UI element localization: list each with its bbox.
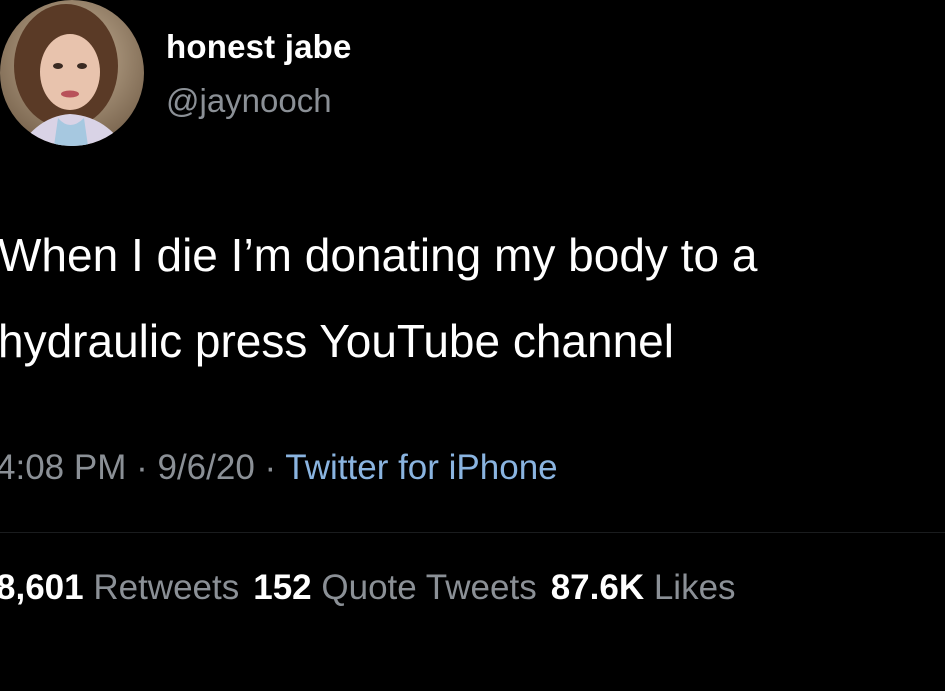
retweets-count: 8,601	[0, 568, 84, 607]
quote-tweets-stat[interactable]: 152 Quote Tweets	[253, 568, 536, 607]
tweet-date[interactable]: 9/6/20	[157, 448, 254, 487]
avatar-photo	[0, 0, 144, 146]
avatar[interactable]	[0, 0, 144, 146]
quote-tweets-count: 152	[253, 568, 312, 607]
meta-separator: ·	[264, 448, 277, 487]
tweet-time[interactable]: 4:08 PM	[0, 448, 126, 487]
tweet-source-link[interactable]: Twitter for iPhone	[285, 448, 557, 487]
quote-tweets-label: Quote Tweets	[321, 568, 537, 607]
tweet-text-line: When I die I’m donating my body to a	[0, 229, 758, 281]
author-display-name[interactable]: honest jabe	[166, 28, 352, 66]
meta-separator: ·	[136, 448, 148, 487]
tweet-meta: 4:08 PM · 9/6/20 · Twitter for iPhone	[0, 448, 558, 488]
divider	[0, 532, 945, 533]
retweets-label: Retweets	[93, 568, 240, 607]
tweet-stats: 8,601 Retweets 152 Quote Tweets 87.6K Like…	[0, 568, 736, 608]
author-handle[interactable]: @jaynooch	[166, 82, 332, 120]
likes-count: 87.6K	[550, 568, 645, 607]
tweet-text-line: hydraulic press YouTube channel	[0, 315, 674, 367]
likes-stat[interactable]: 87.6K Likes	[551, 568, 736, 607]
tweet-text: When I die I’m donating my body to a hyd…	[0, 212, 945, 384]
likes-label: Likes	[653, 568, 736, 607]
retweets-stat[interactable]: 8,601 Retweets	[0, 568, 239, 607]
